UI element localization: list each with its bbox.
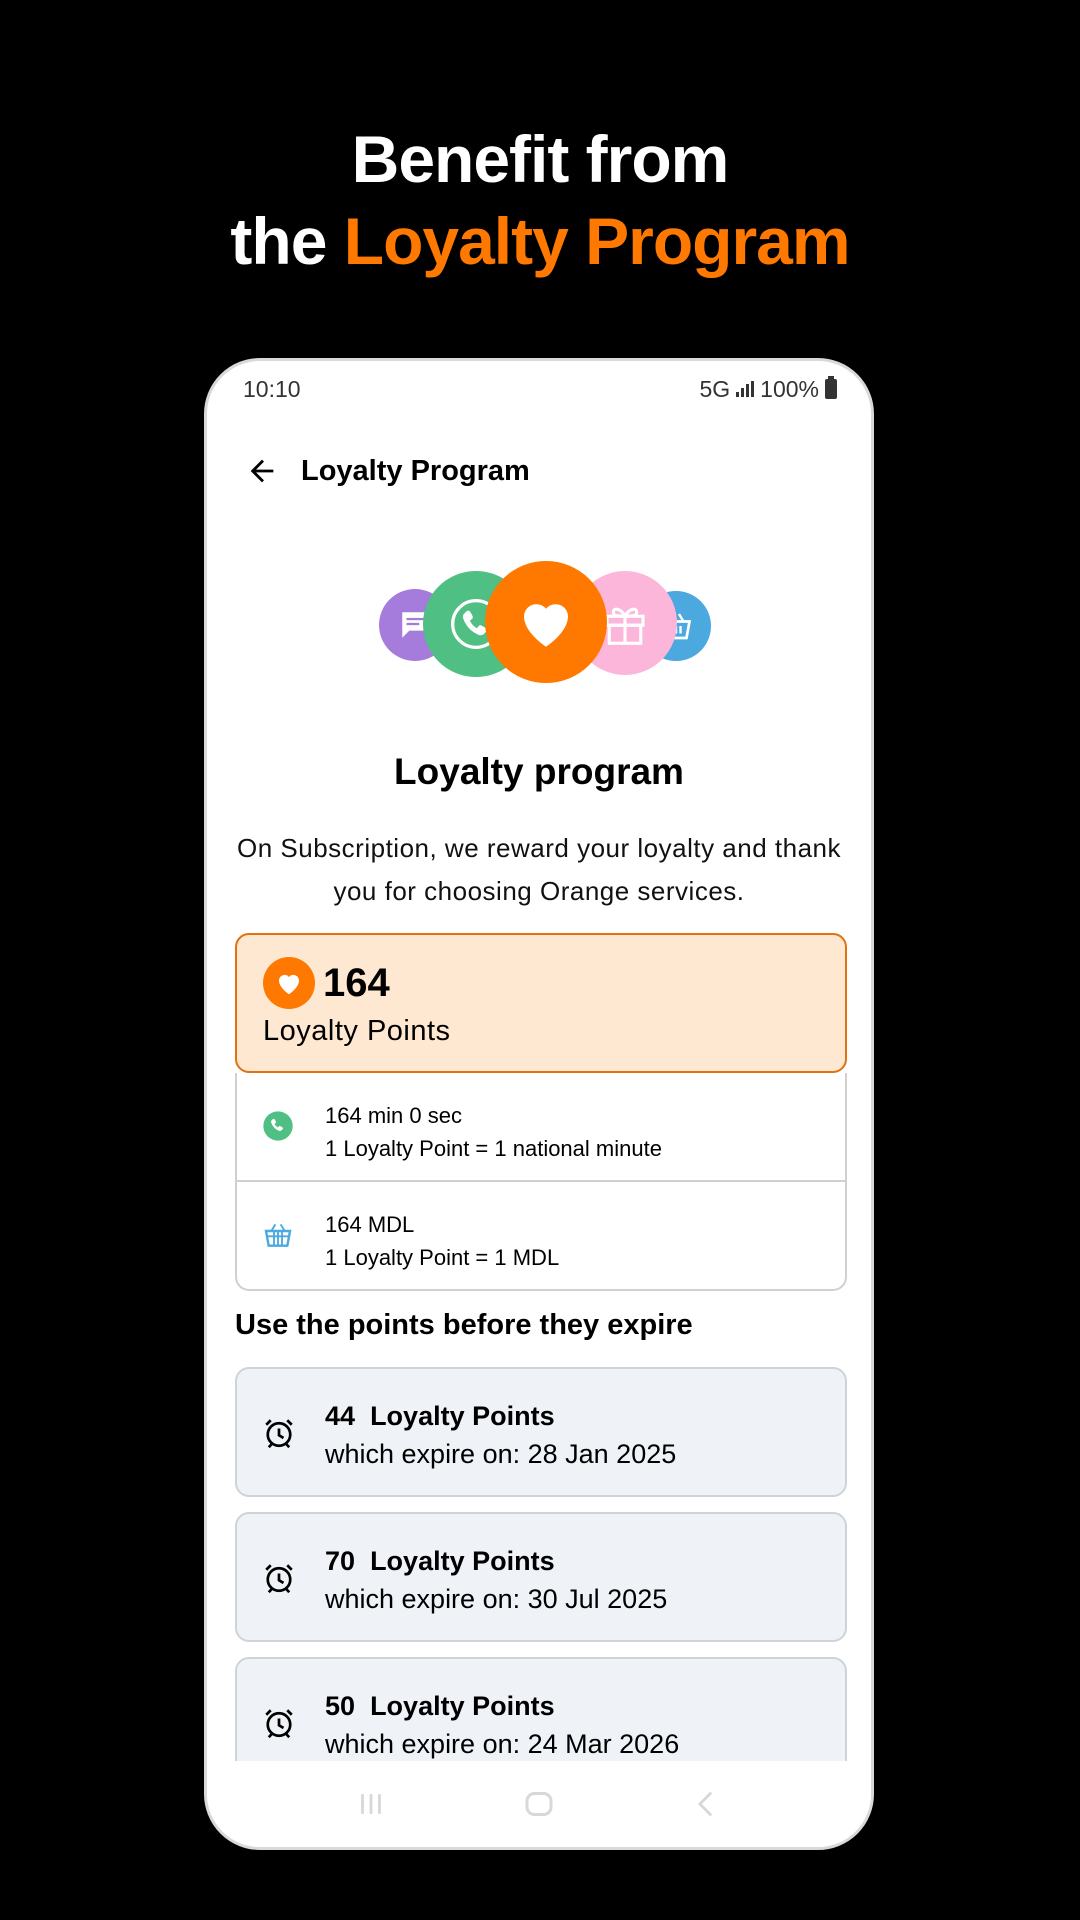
conversion-rate: 1 Loyalty Point = 1 national minute — [325, 1136, 662, 1161]
alarm-clock-icon — [265, 1564, 293, 1594]
expiry-text: 50 Loyalty Points which expire on: 24 Ma… — [325, 1687, 679, 1763]
conversion-text: 164 MDL 1 Loyalty Point = 1 MDL — [325, 1208, 559, 1274]
alarm-clock-icon — [265, 1709, 293, 1739]
promo-line-2: the Loyalty Program — [0, 200, 1080, 282]
phone-screen: 10:10 5G 100% Loyalty Program Loyalty pr… — [204, 358, 874, 1850]
conversion-rate: 1 Loyalty Point = 1 MDL — [325, 1245, 560, 1270]
expiry-unit: Loyalty Points — [370, 1546, 555, 1576]
loyalty-illustration — [207, 561, 871, 691]
basket-icon — [261, 1218, 295, 1252]
expiry-text: 44 Loyalty Points which expire on: 28 Ja… — [325, 1397, 676, 1473]
conversion-row: 164 min 0 sec 1 Loyalty Point = 1 nation… — [235, 1073, 847, 1182]
page-title: Loyalty Program — [301, 454, 530, 487]
points-value: 164 — [323, 960, 390, 1005]
promo-line-2-accent: Loyalty Program — [343, 204, 851, 278]
conversion-amount: 164 min 0 sec — [325, 1103, 462, 1128]
system-back-icon[interactable] — [690, 1787, 724, 1821]
conversion-row: 164 MDL 1 Loyalty Point = 1 MDL — [235, 1182, 847, 1291]
battery-label: 100% — [760, 375, 819, 402]
expiry-points: 70 Loyalty Points — [325, 1542, 667, 1580]
section-title: Loyalty program — [394, 751, 684, 792]
back-button[interactable] — [217, 431, 307, 511]
conversion-text: 164 min 0 sec 1 Loyalty Point = 1 nation… — [325, 1099, 662, 1165]
expiry-text: 70 Loyalty Points which expire on: 30 Ju… — [325, 1542, 667, 1618]
phone-icon — [261, 1109, 295, 1143]
expiry-amount: 70 — [325, 1546, 356, 1576]
expiry-heading: Use the points before they expire — [235, 1309, 693, 1341]
program-description: On Subscription, we reward your loyalty … — [237, 833, 842, 906]
status-bar: 10:10 5G 100% — [243, 369, 837, 409]
heart-bubble-icon — [485, 561, 607, 683]
battery-icon — [825, 376, 837, 399]
points-row: 164 — [263, 957, 390, 1009]
promo-headline: Benefit from the Loyalty Program — [0, 118, 1080, 282]
app-bar: Loyalty Program — [207, 431, 871, 511]
signal-icon — [736, 381, 755, 397]
points-label: Loyalty Points — [263, 1015, 451, 1047]
arrow-left-icon — [250, 459, 274, 483]
expiry-card: 70 Loyalty Points which expire on: 30 Ju… — [235, 1512, 847, 1642]
network-label: 5G — [699, 375, 731, 402]
expiry-points: 50 Loyalty Points — [325, 1687, 679, 1725]
alarm-clock-icon — [265, 1419, 293, 1449]
expiry-amount: 50 — [325, 1691, 356, 1721]
expiry-date: which expire on: 24 Mar 2026 — [325, 1729, 680, 1759]
points-balance-card: 164 Loyalty Points — [235, 933, 847, 1073]
system-navigation-bar — [207, 1761, 871, 1847]
expiry-date: which expire on: 30 Jul 2025 — [325, 1584, 668, 1614]
expiry-points: 44 Loyalty Points — [325, 1397, 676, 1435]
heart-icon — [263, 957, 315, 1009]
promo-line-1: Benefit from — [351, 122, 730, 196]
status-indicators: 5G 100% — [699, 376, 837, 403]
promo-line-2-plain: the — [230, 204, 327, 278]
expiry-amount: 44 — [325, 1401, 356, 1431]
expiry-unit: Loyalty Points — [370, 1401, 555, 1431]
conversion-amount: 164 MDL — [325, 1212, 415, 1237]
home-icon[interactable] — [521, 1786, 557, 1822]
expiry-card: 44 Loyalty Points which expire on: 28 Ja… — [235, 1367, 847, 1497]
recent-apps-icon[interactable] — [354, 1787, 388, 1821]
expiry-unit: Loyalty Points — [370, 1691, 555, 1721]
status-time: 10:10 — [243, 375, 301, 402]
expiry-date: which expire on: 28 Jan 2025 — [325, 1439, 677, 1469]
